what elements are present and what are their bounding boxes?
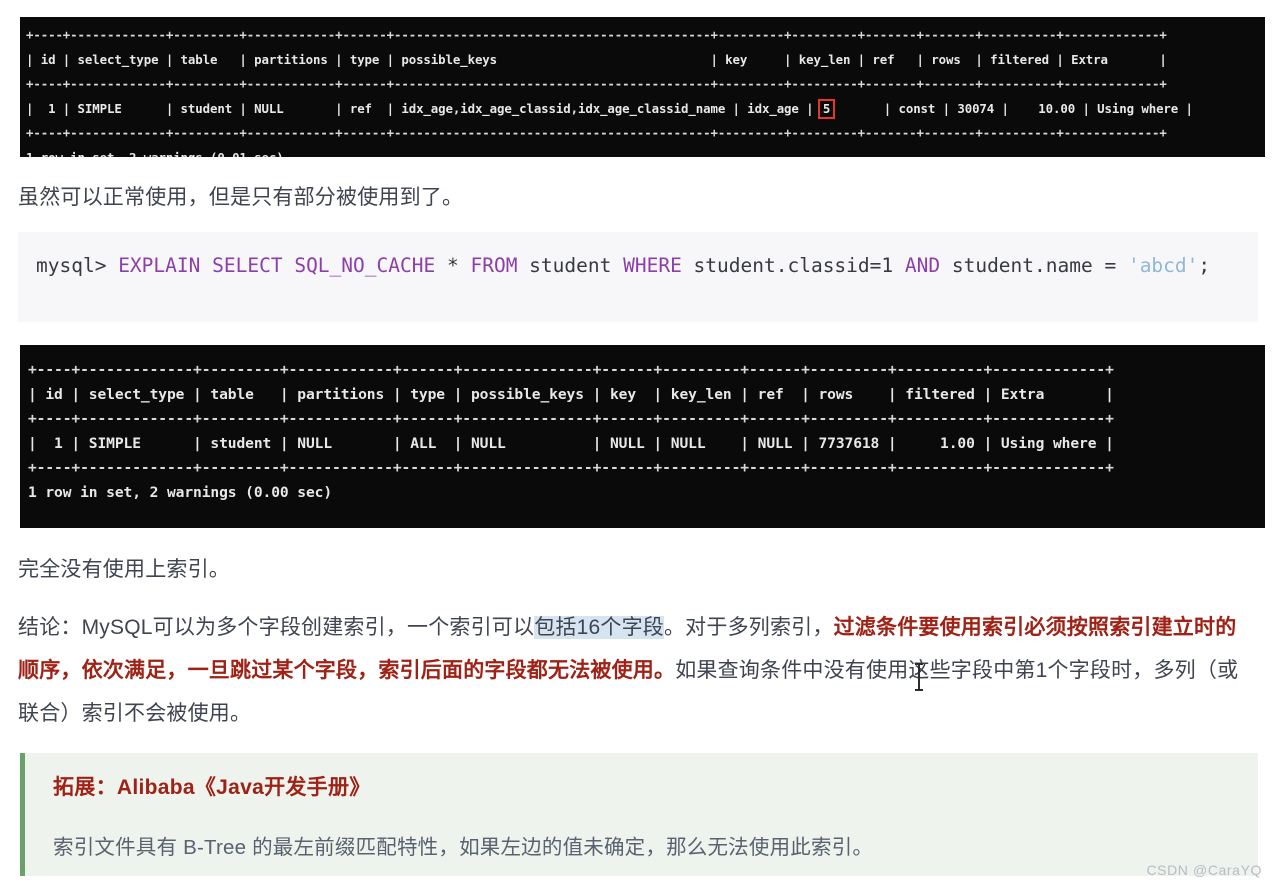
sql-keyword-select: SELECT	[212, 254, 283, 277]
sql-semicolon: ;	[1198, 254, 1211, 277]
terminal2-rule-bottom: +----+-------------+---------+----------…	[28, 459, 1114, 476]
conclusion-after-selection-text: 。对于多列索引，	[663, 616, 834, 639]
terminal2-rule-top: +----+-------------+---------+----------…	[28, 361, 1114, 378]
terminal2-header-row: | id | select_type | table | partitions …	[28, 385, 1114, 403]
terminal-rule-mid: +----+-------------+---------+----------…	[26, 76, 1167, 91]
terminal-data-row: | 1 | SIMPLE | student | NULL | ref | id…	[26, 97, 1265, 122]
sql-keyword-sql-no-cache: SQL_NO_CACHE	[294, 254, 436, 277]
paragraph-conclusion: 结论：MySQL可以为多个字段创建索引，一个索引可以包括16个字段。对于多列索引…	[18, 606, 1244, 735]
terminal-header-row: | id | select_type | table | partitions …	[26, 51, 1167, 67]
sql-space-3	[435, 254, 447, 277]
sql-star: *	[446, 254, 459, 277]
terminal-rule-bottom: +----+-------------+---------+----------…	[26, 125, 1167, 140]
terminal2-rule-mid: +----+-------------+---------+----------…	[28, 410, 1114, 427]
sql-condition-name: student.name =	[940, 254, 1128, 277]
sql-space-1	[200, 254, 212, 277]
mysql-prompt: mysql>	[36, 254, 119, 277]
sql-condition-classid: student.classid=1	[681, 254, 905, 277]
conclusion-selected-text: 包括16个字段	[534, 616, 664, 639]
sql-space-4	[459, 254, 471, 277]
terminal2-data-row: | 1 | SIMPLE | student | NULL | ALL | NU…	[28, 434, 1114, 452]
sql-keyword-explain: EXPLAIN	[118, 254, 201, 277]
paragraph-partial-index-use: 虽然可以正常使用，但是只有部分被使用到了。	[18, 186, 464, 209]
extension-callout-blockquote: 拓展：Alibaba《Java开发手册》 索引文件具有 B-Tree 的最左前缀…	[20, 753, 1258, 876]
text-cursor-icon	[915, 663, 923, 691]
sql-keyword-from: FROM	[470, 254, 518, 277]
explain-output-terminal-second: +----+-------------+---------+----------…	[20, 345, 1265, 528]
sql-keyword-and: AND	[904, 254, 941, 277]
sql-space-2	[283, 254, 295, 277]
terminal2-status-line: 1 row in set, 2 warnings (0.00 sec)	[28, 483, 333, 501]
sql-table-student: student	[517, 254, 624, 277]
conclusion-lead-text: 结论：MySQL可以为多个字段创建索引，一个索引可以	[18, 616, 535, 639]
callout-title: 拓展：Alibaba《Java开发手册》	[53, 776, 371, 799]
sql-keyword-where: WHERE	[623, 254, 682, 277]
explain-output-terminal-first: +----+-------------+---------+----------…	[20, 17, 1265, 157]
terminal-rule-top: +----+-------------+---------+----------…	[26, 27, 1167, 42]
terminal-status-line: 1 row in set, 2 warnings (0.01 sec)	[26, 149, 284, 158]
csdn-watermark: CSDN @CaraYQ	[1146, 862, 1262, 878]
callout-body-text: 索引文件具有 B-Tree 的最左前缀匹配特性，如果左边的值未确定，那么无法使用…	[53, 836, 874, 859]
sql-code-block[interactable]: mysql> EXPLAIN SELECT SQL_NO_CACHE * FRO…	[18, 232, 1258, 322]
terminal-row-suffix: | const | 30074 | 10.00 | Using where |	[832, 100, 1193, 116]
sql-string-literal: 'abcd'	[1127, 254, 1199, 277]
terminal-row-prefix: | 1 | SIMPLE | student | NULL | ref | id…	[26, 100, 821, 116]
paragraph-no-index-used: 完全没有使用上索引。	[18, 558, 230, 581]
